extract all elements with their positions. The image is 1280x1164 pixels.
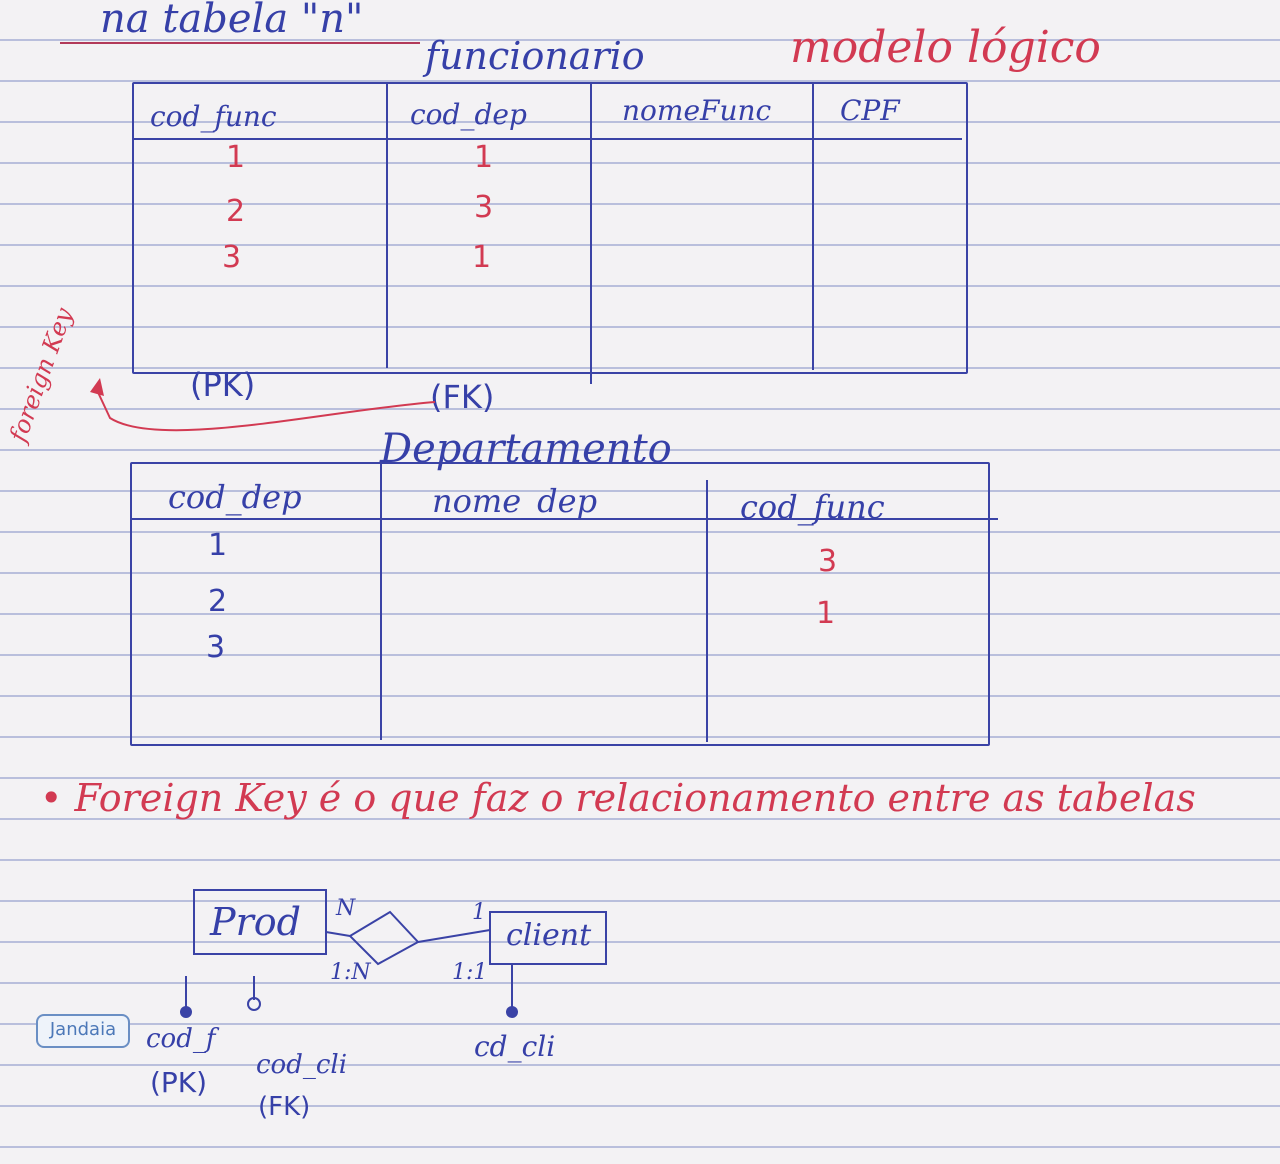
dep-cod-dep-value: 2 (208, 584, 228, 619)
dep-cod-dep-value: 1 (208, 528, 228, 563)
cardinality-left-bottom: 1:N (330, 960, 371, 985)
attr-dot-empty (247, 997, 261, 1011)
func-col-divider (590, 84, 592, 384)
dep-header-nome-dep: nome_dep (432, 482, 598, 520)
dep-cod-func-value: 3 (818, 544, 838, 579)
funcionario-title: funcionario (425, 34, 645, 78)
cardinality-right-bottom: 1:1 (452, 960, 488, 985)
attr-dot-filled (506, 1006, 518, 1018)
relationship-line-right (417, 929, 491, 943)
func-cod-dep-value: 1 (474, 140, 494, 175)
pk-label: (PK) (190, 366, 256, 404)
func-cod-dep-value: 3 (474, 190, 494, 225)
dep-header-cod-dep: cod_dep (168, 478, 302, 516)
foreign-key-note: foreign Key (4, 304, 79, 446)
side-note: modelo lógico (790, 22, 1101, 73)
attr-dot-filled (180, 1006, 192, 1018)
func-header-nome-func: nomeFunc (622, 94, 772, 127)
relationship-diamond (348, 910, 420, 966)
func-col-divider (812, 84, 814, 370)
func-header-line (134, 138, 962, 140)
foreign-key-sentence: • Foreign Key é o que faz o relacionamen… (40, 776, 1196, 820)
dep-cod-func-value: 1 (816, 596, 836, 631)
relationship-line-left (325, 931, 351, 937)
func-header-cpf: CPF (840, 94, 900, 127)
func-cod-func-value: 3 (222, 240, 242, 275)
attr-cd-cli: cd_cli (474, 1030, 556, 1063)
notebook-page: na tabela "n" modelo lógico funcionario … (0, 0, 1280, 1164)
cardinality-right-top: 1 (472, 900, 486, 925)
dep-cod-dep-value: 3 (206, 630, 226, 665)
func-header-cod-dep: cod_dep (410, 98, 527, 131)
attr-cod-cli: cod_cli (256, 1050, 348, 1080)
dep-header-cod-func: cod_func (740, 488, 885, 526)
top-underline (60, 42, 420, 44)
func-cod-func-value: 1 (226, 140, 246, 175)
fk-label: (FK) (430, 378, 495, 416)
jandaia-logo: Jandaia (36, 1014, 130, 1048)
func-header-cod-func: cod_func (150, 100, 277, 133)
attr-cod-f-key: (PK) (150, 1066, 208, 1099)
entity-client-label: client (506, 918, 592, 953)
func-col-divider (386, 84, 388, 368)
entity-prod-label: Prod (210, 900, 301, 944)
dep-col-divider (380, 464, 382, 740)
attr-cod-f: cod_f (146, 1024, 216, 1054)
func-cod-func-value: 2 (226, 194, 246, 229)
func-cod-dep-value: 1 (472, 240, 492, 275)
cardinality-left-top: N (336, 896, 356, 921)
top-note: na tabela "n" (100, 0, 364, 42)
attr-cod-cli-key: (FK) (258, 1092, 311, 1122)
